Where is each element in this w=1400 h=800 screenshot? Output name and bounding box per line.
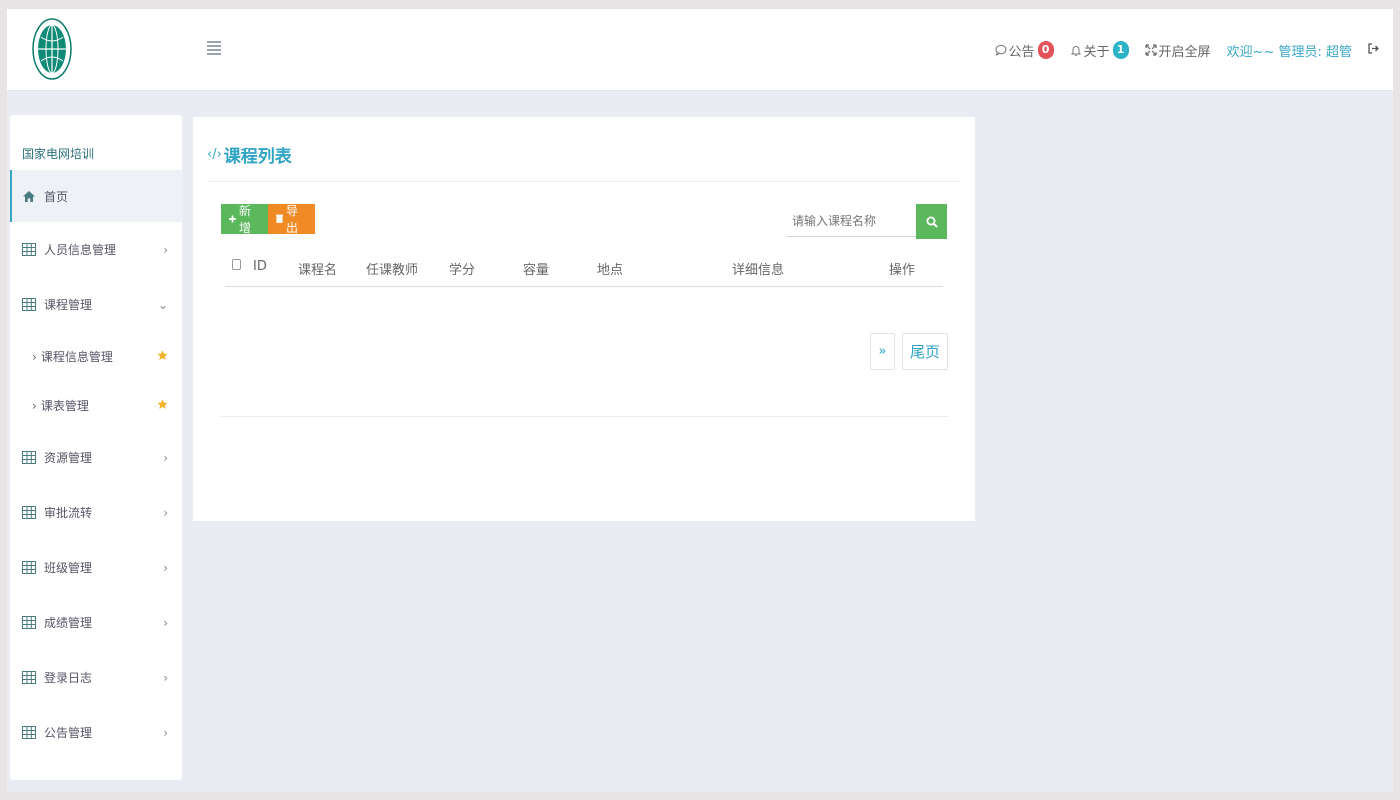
grid-icon bbox=[22, 243, 36, 256]
sidebar-item-approval[interactable]: 审批流转 › bbox=[10, 485, 182, 540]
sidebar-item-home[interactable]: 首页 bbox=[10, 170, 182, 222]
grid-icon bbox=[22, 451, 36, 464]
grid-icon bbox=[22, 671, 36, 684]
plus-icon bbox=[229, 215, 236, 223]
fullscreen-button[interactable]: 开启全屏 bbox=[1144, 41, 1211, 60]
fullscreen-label: 开启全屏 bbox=[1158, 44, 1211, 60]
sidebar-item-label: 课表管理 bbox=[40, 399, 89, 413]
add-button[interactable]: 新增 bbox=[221, 204, 268, 235]
grid-icon bbox=[22, 298, 36, 311]
logo bbox=[31, 15, 73, 83]
add-button-label: 新增 bbox=[239, 204, 252, 235]
sidebar-item-class[interactable]: 班级管理 › bbox=[10, 540, 182, 595]
sidebar-item-label: 课程管理 bbox=[44, 298, 93, 312]
welcome-text: 欢迎~~ 管理员: 超管 bbox=[1226, 44, 1352, 60]
sidebar-item-label: 审批流转 bbox=[44, 506, 93, 520]
code-icon: ‹/› bbox=[207, 147, 222, 162]
grid-icon bbox=[22, 726, 36, 739]
trash-icon bbox=[276, 214, 283, 223]
pager-next-button[interactable]: » bbox=[870, 333, 895, 370]
grid-icon bbox=[22, 616, 36, 629]
search-icon bbox=[926, 216, 938, 228]
sidebar-item-grades[interactable]: 成绩管理 › bbox=[10, 595, 182, 650]
divider bbox=[221, 416, 948, 417]
sidebar-item-label: 资源管理 bbox=[44, 451, 93, 465]
chevron-right-icon: › bbox=[163, 725, 168, 740]
chevron-right-icon: › bbox=[163, 560, 168, 575]
home-icon bbox=[22, 190, 36, 203]
chevron-right-icon: › bbox=[163, 615, 168, 630]
export-button-label: 导出 bbox=[286, 204, 299, 235]
sidebar-item-login-log[interactable]: 登录日志 › bbox=[10, 650, 182, 705]
app-frame: 公告 0 关于 1 开启全屏 欢迎~~ 管理员: 超管 国家电网培训 首页 人员… bbox=[7, 9, 1393, 792]
chevron-down-icon: ⌄ bbox=[157, 297, 168, 312]
search-input[interactable] bbox=[786, 205, 916, 237]
top-right-toolbar: 公告 0 关于 1 开启全屏 欢迎~~ 管理员: 超管 bbox=[979, 39, 1379, 61]
sidebar-subitem-course-info[interactable]: › 课程信息管理 bbox=[10, 332, 182, 381]
about-count-badge: 1 bbox=[1112, 41, 1129, 59]
star-icon bbox=[157, 398, 168, 412]
sidebar-item-label: 公告管理 bbox=[44, 726, 93, 740]
about-label: 关于 bbox=[1083, 44, 1110, 60]
sidebar: 国家电网培训 首页 人员信息管理 › 课程管理 ⌄ › 课程信息管理 › 课表管… bbox=[10, 115, 182, 780]
bell-icon bbox=[1070, 45, 1081, 56]
column-header[interactable]: 任课教师 bbox=[366, 259, 418, 278]
sidebar-item-resources[interactable]: 资源管理 › bbox=[10, 430, 182, 485]
sidebar-item-label: 班级管理 bbox=[44, 561, 93, 575]
top-bar: 公告 0 关于 1 开启全屏 欢迎~~ 管理员: 超管 bbox=[7, 9, 1393, 91]
sidebar-item-label: 人员信息管理 bbox=[44, 243, 117, 257]
column-header[interactable]: 课程名 bbox=[298, 259, 337, 278]
star-icon bbox=[157, 349, 168, 363]
page-title-text: 课程列表 bbox=[223, 147, 292, 167]
sidebar-title: 国家电网培训 bbox=[22, 147, 95, 161]
column-header[interactable]: 操作 bbox=[889, 259, 915, 278]
menu-toggle-icon[interactable] bbox=[207, 41, 221, 55]
column-header[interactable]: 详细信息 bbox=[732, 259, 784, 278]
page-title: ‹/› 课程列表 bbox=[207, 142, 292, 167]
notice-label: 公告 bbox=[1008, 44, 1035, 60]
column-header[interactable]: 学分 bbox=[449, 259, 475, 278]
search-button[interactable] bbox=[916, 204, 947, 239]
sidebar-item-label: 首页 bbox=[44, 189, 69, 204]
logout-icon[interactable] bbox=[1368, 42, 1379, 58]
chevron-right-icon: › bbox=[163, 450, 168, 465]
column-header[interactable]: 地点 bbox=[597, 259, 623, 278]
select-all-checkbox[interactable] bbox=[232, 259, 241, 270]
sidebar-item-course[interactable]: 课程管理 ⌄ bbox=[10, 277, 182, 332]
column-header[interactable]: 容量 bbox=[523, 259, 549, 278]
about-button[interactable]: 关于 1 bbox=[1070, 41, 1129, 60]
grid-icon bbox=[22, 561, 36, 574]
chevron-right-icon: › bbox=[32, 398, 37, 413]
sidebar-item-personnel[interactable]: 人员信息管理 › bbox=[10, 222, 182, 277]
chevron-right-icon: › bbox=[163, 670, 168, 685]
notice-button[interactable]: 公告 0 bbox=[995, 41, 1054, 60]
notice-count-badge: 0 bbox=[1037, 41, 1054, 59]
chevron-right-icon: › bbox=[163, 242, 168, 257]
column-header[interactable]: ID bbox=[253, 259, 267, 274]
pager-last-button[interactable]: 尾页 bbox=[902, 333, 948, 370]
chevron-right-icon: › bbox=[163, 505, 168, 520]
sidebar-item-label: 成绩管理 bbox=[44, 616, 93, 630]
chevron-right-icon: › bbox=[32, 349, 37, 364]
sidebar-nav: 首页 人员信息管理 › 课程管理 ⌄ › 课程信息管理 › 课表管理 资源管理 … bbox=[10, 170, 182, 760]
course-list-panel: ‹/› 课程列表 新增 导出 ID 课程名 任课教师 学分 容量 地点 bbox=[193, 117, 975, 521]
sidebar-item-label: 登录日志 bbox=[44, 671, 93, 685]
comment-icon bbox=[995, 44, 1007, 56]
export-button[interactable]: 导出 bbox=[268, 204, 315, 235]
divider bbox=[208, 181, 960, 182]
table-header: ID 课程名 任课教师 学分 容量 地点 详细信息 操作 bbox=[225, 247, 943, 287]
sidebar-subitem-timetable[interactable]: › 课表管理 bbox=[10, 381, 182, 430]
grid-icon bbox=[22, 506, 36, 519]
sidebar-item-label: 课程信息管理 bbox=[40, 350, 113, 364]
sidebar-item-notice-mgmt[interactable]: 公告管理 › bbox=[10, 705, 182, 760]
expand-icon bbox=[1144, 44, 1157, 56]
